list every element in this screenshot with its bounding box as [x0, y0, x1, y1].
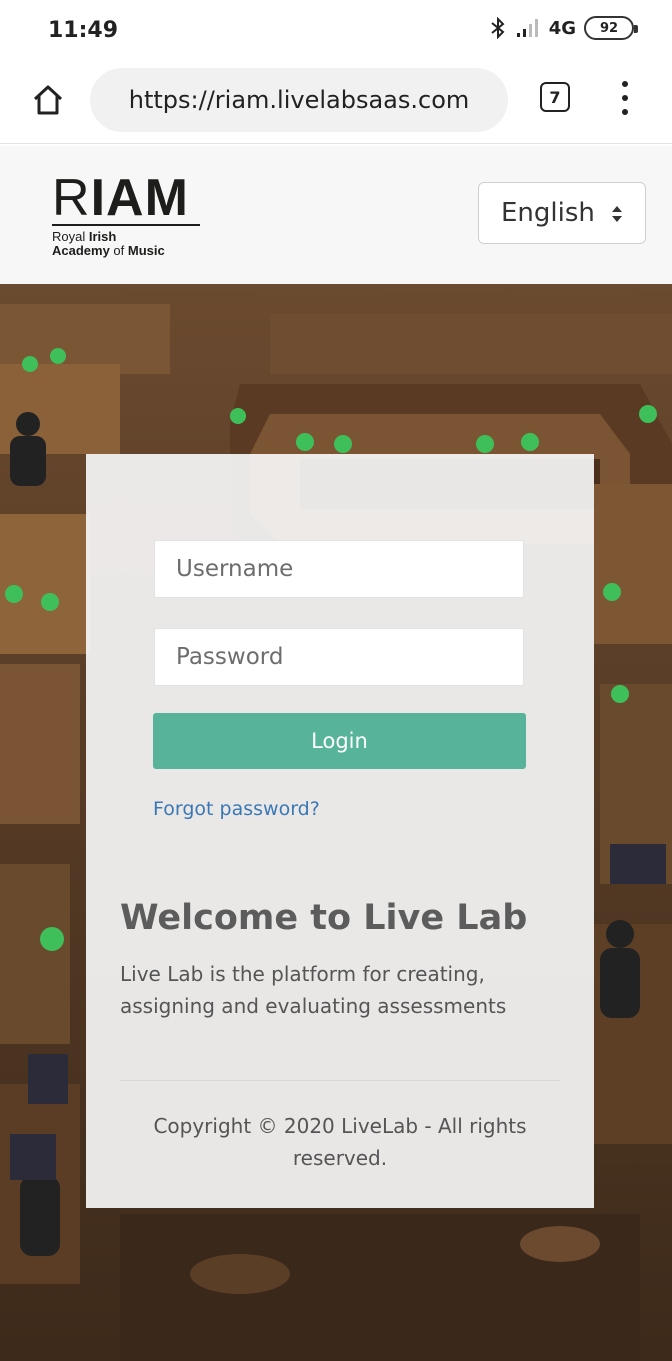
welcome-description: Live Lab is the platform for creating, a… — [120, 962, 507, 1018]
status-icons: 4G 92 — [489, 16, 638, 40]
bluetooth-icon — [491, 17, 505, 39]
battery-level: 92 — [599, 20, 619, 36]
url-bar[interactable]: https://riam.livelabsaas.com — [90, 68, 508, 132]
username-input[interactable] — [154, 540, 524, 598]
home-button[interactable] — [26, 78, 70, 122]
network-label: 4G — [548, 17, 576, 39]
password-input[interactable] — [154, 628, 524, 686]
signal-icon — [516, 19, 538, 37]
login-button[interactable]: Login — [153, 713, 526, 769]
language-select[interactable]: English — [478, 182, 646, 244]
more-vert-icon[interactable] — [610, 78, 640, 118]
copyright-text: Copyright © 2020 LiveLab - All rights re… — [153, 1114, 527, 1170]
status-time: 11:49 — [48, 18, 119, 43]
select-arrows-icon — [612, 206, 622, 222]
home-icon — [33, 85, 63, 115]
language-value: English — [501, 198, 595, 228]
status-bar: 11:49 4G 92 — [0, 0, 672, 62]
site-header: RIAM Royal Irish Academy of Music Englis… — [0, 146, 672, 284]
login-card: Login Forgot password? Welcome to Live L… — [86, 454, 594, 1208]
welcome-title: Welcome to Live Lab — [120, 898, 528, 938]
tab-count: 7 — [549, 87, 561, 107]
tab-switcher-button[interactable]: 7 — [540, 82, 570, 112]
logo-subtitle: Royal Irish Academy of Music — [52, 228, 165, 258]
browser-toolbar: https://riam.livelabsaas.com 7 — [0, 62, 672, 144]
forgot-password-link[interactable]: Forgot password? — [153, 798, 320, 820]
battery-icon: 92 — [584, 16, 638, 40]
riam-logo: RIAM Royal Irish Academy of Music — [52, 169, 212, 258]
card-divider — [120, 1080, 560, 1081]
url-text: https://riam.livelabsaas.com — [128, 86, 470, 114]
logo-wordmark: RIAM — [52, 169, 189, 227]
